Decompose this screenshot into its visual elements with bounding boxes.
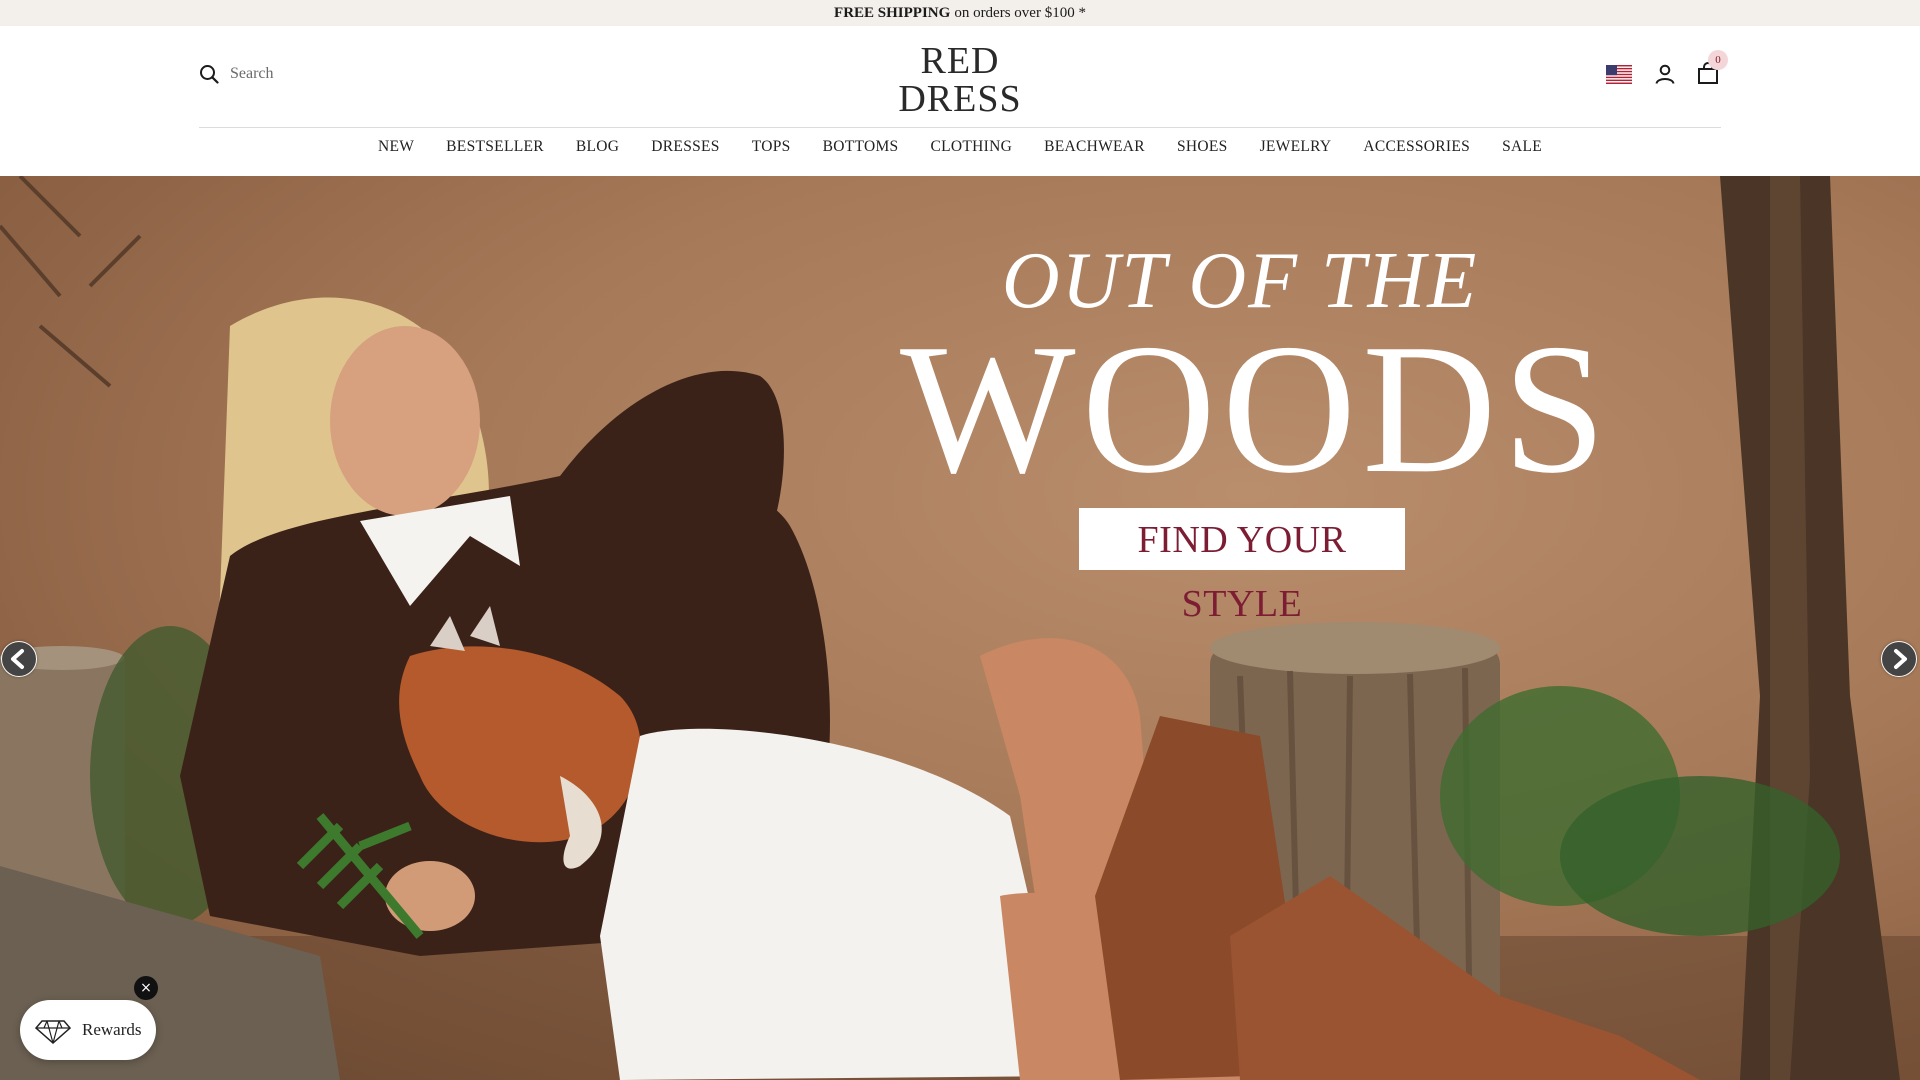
search-placeholder: Search bbox=[230, 65, 274, 82]
account-icon[interactable] bbox=[1653, 62, 1677, 86]
chevron-left-icon bbox=[2, 642, 36, 676]
nav-item-bestseller[interactable]: BESTSELLER bbox=[446, 138, 544, 156]
find-your-style-button[interactable]: FIND YOUR STYLE bbox=[1079, 508, 1405, 625]
nav-item-clothing[interactable]: CLOTHING bbox=[930, 138, 1012, 156]
diamond-icon bbox=[34, 1020, 72, 1045]
site-header: Search RED DRESS 0 NEW BESTSELLER BLOG D… bbox=[0, 26, 1920, 176]
hero-title-line-2: WOODS bbox=[900, 306, 1612, 512]
search-field[interactable]: Search bbox=[199, 64, 274, 84]
announcement-bold: FREE SHIPPING bbox=[834, 4, 951, 21]
nav-item-bottoms[interactable]: BOTTOMS bbox=[823, 138, 899, 156]
nav-item-dresses[interactable]: DRESSES bbox=[651, 138, 719, 156]
nav-item-beachwear[interactable]: BEACHWEAR bbox=[1044, 138, 1145, 156]
logo-line-1: RED bbox=[920, 40, 1000, 82]
nav-item-blog[interactable]: BLOG bbox=[576, 138, 619, 156]
us-flag-icon[interactable] bbox=[1606, 64, 1632, 84]
chevron-right-icon bbox=[1882, 642, 1916, 676]
nav-item-sale[interactable]: SALE bbox=[1502, 138, 1542, 156]
main-nav: NEW BESTSELLER BLOG DRESSES TOPS BOTTOMS… bbox=[0, 138, 1920, 156]
cart-count-badge: 0 bbox=[1708, 50, 1728, 70]
nav-item-accessories[interactable]: ACCESSORIES bbox=[1363, 138, 1470, 156]
carousel-prev-button[interactable] bbox=[1, 641, 37, 677]
nav-item-shoes[interactable]: SHOES bbox=[1177, 138, 1228, 156]
cart-icon[interactable]: 0 bbox=[1696, 50, 1728, 86]
rewards-close-button[interactable]: × bbox=[134, 976, 158, 1000]
rewards-label: Rewards bbox=[82, 1020, 142, 1039]
site-logo[interactable]: RED DRESS bbox=[860, 42, 1060, 118]
search-icon bbox=[200, 65, 219, 84]
header-divider bbox=[199, 127, 1721, 128]
nav-item-new[interactable]: NEW bbox=[378, 138, 414, 156]
carousel-next-button[interactable] bbox=[1881, 641, 1917, 677]
header-icons: 0 bbox=[1606, 50, 1728, 86]
rewards-button[interactable]: Rewards bbox=[20, 1000, 156, 1060]
hero-banner[interactable]: OUT OF THE WOODS FIND YOUR STYLE bbox=[0, 176, 1920, 1080]
nav-item-jewelry[interactable]: JEWELRY bbox=[1260, 138, 1332, 156]
logo-line-2: DRESS bbox=[898, 78, 1022, 120]
announcement-bar: FREE SHIPPING on orders over $100 * bbox=[0, 0, 1920, 26]
announcement-text: on orders over $100 * bbox=[954, 4, 1086, 21]
nav-item-tops[interactable]: TOPS bbox=[752, 138, 791, 156]
